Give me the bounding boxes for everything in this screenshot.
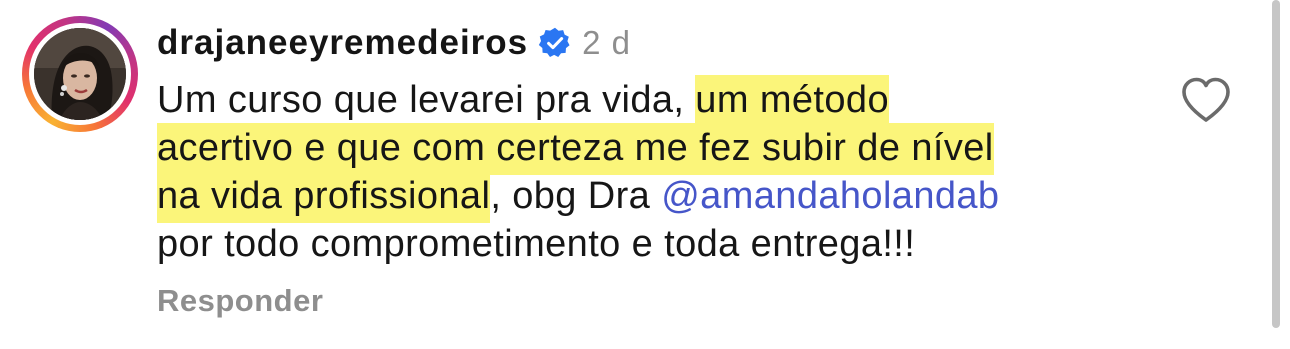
comment-line-3: na vida profissional, obg Dra @amandahol… bbox=[157, 171, 1167, 223]
comment-item: drajaneeyremedeiros 2 d Um curso que lev… bbox=[0, 0, 1290, 349]
comment-line-2: acertivo e que com certeza me fez subir … bbox=[157, 123, 1167, 175]
comment-text-segment: por todo comprometimento e toda entrega!… bbox=[157, 223, 916, 265]
highlighted-text-segment: na vida profissional bbox=[157, 171, 491, 223]
avatar-photo-image bbox=[34, 28, 126, 120]
avatar[interactable] bbox=[34, 28, 126, 120]
highlighted-text-segment: um método bbox=[695, 75, 889, 127]
heart-outline-icon[interactable] bbox=[1180, 76, 1232, 124]
comment-body: Um curso que levarei pra vida, um método… bbox=[157, 75, 1167, 268]
highlighted-text-segment: acertivo e que com certeza me fez subir … bbox=[157, 123, 994, 175]
comment-text-segment: Um curso que levarei pra vida, bbox=[157, 79, 696, 121]
comment-text-segment: , obg Dra bbox=[490, 175, 662, 217]
avatar-ring-gap bbox=[29, 23, 131, 125]
username-link[interactable]: drajaneeyremedeiros bbox=[157, 23, 528, 63]
comment-line-1: Um curso que levarei pra vida, um método bbox=[157, 75, 1167, 127]
reply-button[interactable]: Responder bbox=[157, 283, 323, 319]
avatar-story-ring[interactable] bbox=[22, 16, 138, 132]
comment-header: drajaneeyremedeiros 2 d bbox=[157, 18, 631, 68]
comment-line-4: por todo comprometimento e toda entrega!… bbox=[157, 220, 1167, 268]
verified-badge-icon bbox=[538, 27, 570, 58]
comment-timestamp: 2 d bbox=[582, 24, 632, 61]
mention-link[interactable]: @amandaholandab bbox=[661, 175, 999, 217]
scrollbar[interactable] bbox=[1272, 0, 1280, 328]
